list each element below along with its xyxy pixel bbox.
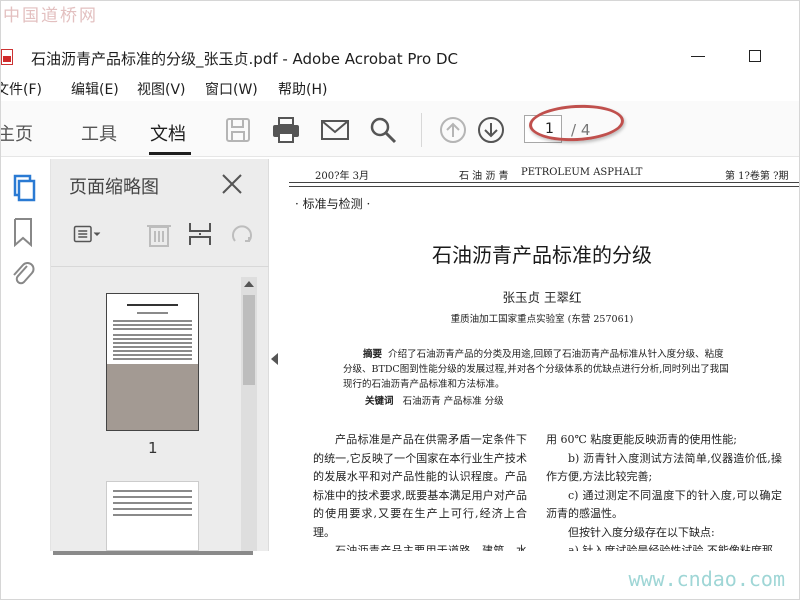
- acrobat-window: 中国道桥网 石油沥青产品标准的分级_张玉贞.pdf - Adobe Acroba…: [0, 0, 800, 600]
- delete-icon[interactable]: [144, 219, 174, 249]
- title-bar: 石油沥青产品标准的分级_张玉贞.pdf - Adobe Acrobat Pro …: [1, 41, 799, 73]
- page-thumbnail-2[interactable]: [106, 481, 199, 551]
- main-toolbar: 主页 工具 文档 1 / 4: [1, 101, 799, 157]
- scrollbar-thumb[interactable]: [243, 295, 255, 385]
- page-thumbnails-icon[interactable]: [9, 173, 37, 203]
- save-icon[interactable]: [223, 115, 253, 145]
- body-paragraph: 但按针入度分级存在以下缺点:: [568, 525, 715, 539]
- document-authors: 张玉贞 王翠红: [502, 290, 582, 305]
- menu-view[interactable]: 视图(V): [137, 79, 186, 99]
- close-icon[interactable]: [219, 171, 245, 197]
- body-paragraph: c) 通过测定不同温度下的针入度,可以确定沥青的感温性。: [546, 488, 782, 521]
- header-journal: 石 油 沥 青: [459, 171, 509, 182]
- menu-edit[interactable]: 编辑(E): [71, 79, 119, 99]
- window-title: 石油沥青产品标准的分级_张玉贞.pdf - Adobe Acrobat Pro …: [31, 50, 458, 68]
- panel-title: 页面缩略图: [69, 177, 159, 198]
- pdf-file-icon: [1, 49, 13, 65]
- body-column-left: 产品标准是产品在供需矛盾一定条件下的统一,它反映了一个国家在本行业生产技术的发展…: [313, 431, 527, 551]
- bottom-scroll-strip: [53, 551, 253, 555]
- print-icon[interactable]: [271, 115, 301, 145]
- email-icon[interactable]: [320, 115, 350, 145]
- body-paragraph: 产品标准是产品在供需矛盾一定条件下的统一,它反映了一个国家在本行业生产技术的发展…: [313, 433, 527, 539]
- body-column-right: 用 60℃ 粘度更能反映沥青的使用性能; b) 沥青针入度测试方法简单,仪器造价…: [546, 431, 782, 551]
- header-date: 200?年 3月: [315, 171, 369, 182]
- body-paragraph: a) 针入度试验是经验性试验,不能像粘度那: [568, 544, 773, 551]
- header-rule: [289, 186, 799, 187]
- tab-tools[interactable]: 工具: [81, 120, 117, 146]
- watermark-bottom: www.cndao.com: [628, 567, 785, 591]
- watermark-top: 中国道桥网: [3, 6, 98, 26]
- page-thumbnail-1[interactable]: [106, 293, 199, 431]
- navigation-rail: [1, 159, 51, 551]
- document-view: 200?年 3月 石 油 沥 青 PETROLEUM ASPHALT 第 1?卷…: [283, 159, 799, 551]
- page-down-icon[interactable]: [476, 115, 506, 145]
- collapse-panel-icon[interactable]: [271, 353, 278, 365]
- menu-help[interactable]: 帮助(H): [278, 79, 327, 99]
- thumbnails-panel: 页面缩略图 1: [51, 159, 269, 551]
- body-paragraph: 用 60℃ 粘度更能反映沥青的使用性能;: [546, 433, 738, 446]
- document-affiliation: 重质油加工国家重点实验室 (东营 257061): [450, 314, 634, 325]
- menu-window[interactable]: 窗口(W): [205, 79, 258, 99]
- insert-pages-icon[interactable]: [185, 219, 215, 249]
- panel-toolbar: [51, 211, 269, 267]
- document-section: · 标准与检测 ·: [295, 197, 371, 211]
- body-paragraph: 石油沥青产品主要用于道路、建筑、水利、防腐、防腐、电器绝缘等工程建设,是国民经济…: [335, 544, 527, 551]
- document-keywords: 关键词 石油沥青 产品标准 分级: [365, 393, 504, 407]
- tab-home[interactable]: 主页: [1, 120, 33, 146]
- minimize-icon[interactable]: [691, 56, 705, 57]
- abstract-label: 摘要: [363, 349, 383, 360]
- header-journal-en: PETROLEUM ASPHALT: [521, 167, 643, 178]
- header-volume: 第 1?卷第 ?期: [725, 171, 789, 182]
- bookmark-icon[interactable]: [9, 217, 37, 247]
- keywords-text: 石油沥青 产品标准 分级: [402, 396, 504, 407]
- document-title: 石油沥青产品标准的分级: [432, 243, 652, 267]
- tab-document[interactable]: 文档: [150, 120, 186, 146]
- thumbnails-scrollbar[interactable]: [241, 277, 257, 551]
- active-tab-indicator: [149, 152, 191, 155]
- search-icon[interactable]: [368, 115, 398, 145]
- rotate-icon[interactable]: [227, 219, 257, 249]
- abstract-text: 介绍了石油沥青产品的分类及用途,回顾了石油沥青产品标准从针入度分级、粘度分级、B…: [343, 349, 729, 390]
- document-abstract: 摘要 介绍了石油沥青产品的分类及用途,回顾了石油沥青产品标准从针入度分级、粘度分…: [343, 347, 729, 392]
- toolbar-separator: [421, 113, 422, 147]
- thumbnail-page-label: 1: [148, 439, 158, 457]
- document-running-header: 200?年 3月 石 油 沥 青 PETROLEUM ASPHALT 第 1?卷…: [289, 167, 799, 183]
- scroll-up-icon[interactable]: [244, 281, 254, 287]
- menu-file[interactable]: 文件(F): [1, 79, 42, 99]
- maximize-icon[interactable]: [749, 50, 761, 62]
- options-menu-icon[interactable]: [73, 219, 103, 249]
- keywords-label: 关键词: [365, 396, 394, 407]
- page-up-icon[interactable]: [438, 115, 468, 145]
- attachment-icon[interactable]: [9, 259, 37, 289]
- body-paragraph: b) 沥青针入度测试方法简单,仪器造价低,操作方便,方法比较完善;: [546, 451, 782, 484]
